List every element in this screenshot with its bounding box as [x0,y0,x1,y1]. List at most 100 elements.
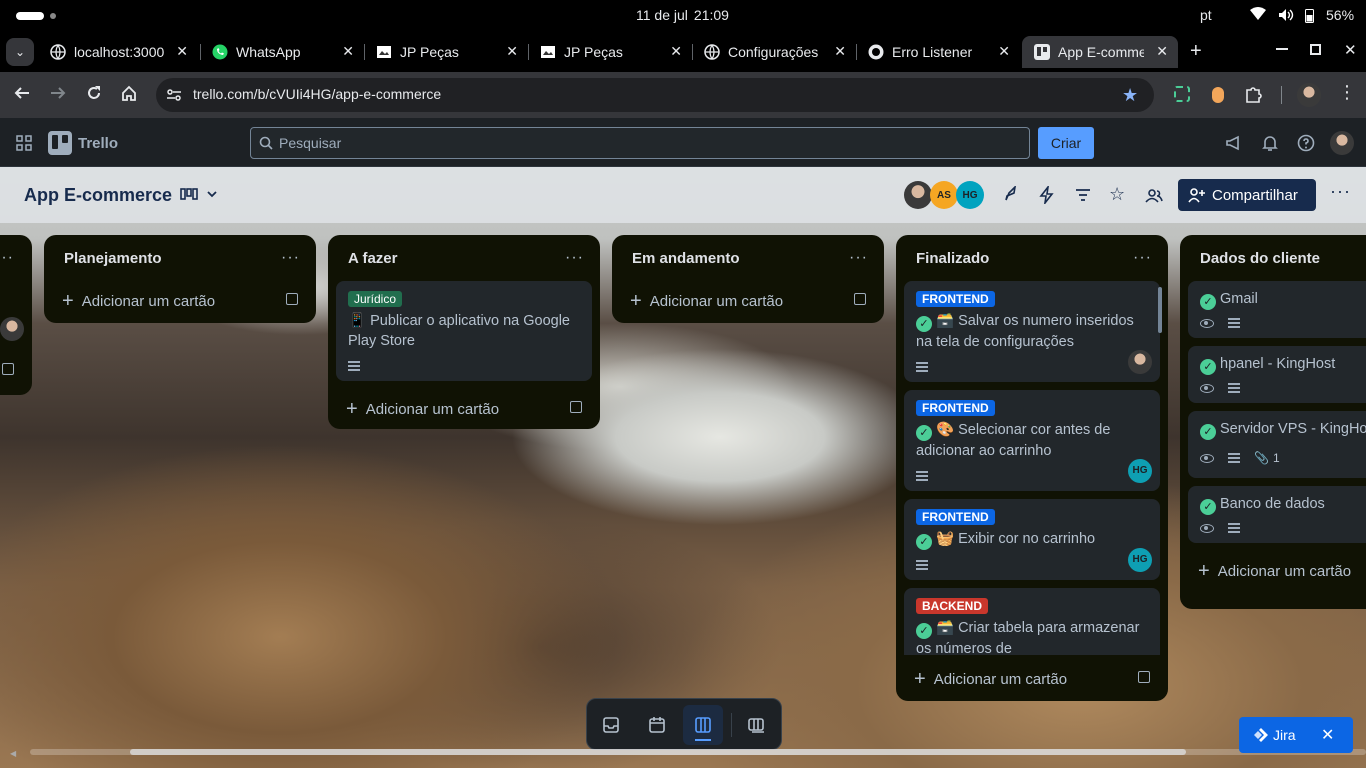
wifi-icon[interactable] [1250,7,1266,24]
inbox-view-icon[interactable] [603,717,619,738]
site-info-icon[interactable] [166,87,182,106]
list-menu-icon[interactable]: ··· [849,249,868,267]
member-avatar-hg[interactable]: HG [1128,459,1152,483]
keyboard-language[interactable]: pt [1200,7,1212,23]
power-ups-rocket-icon[interactable] [1002,184,1020,209]
card-label-frontend[interactable]: FRONTEND [916,291,995,307]
reload-icon[interactable] [86,85,102,107]
close-tab-icon[interactable]: ✕ [342,43,354,60]
board-title[interactable]: App E-commerce [24,185,172,206]
add-card-button[interactable]: + Adicionar um cartão [1180,551,1366,591]
tab-jp-pecas-2[interactable]: JP Peças ✕ [528,36,692,68]
workspace-dot[interactable] [50,13,56,19]
add-card-button[interactable]: + Adicionar um cartão [896,659,1168,699]
close-tab-icon[interactable]: ✕ [834,43,846,60]
close-tab-icon[interactable]: ✕ [176,43,188,60]
browser-menu-icon[interactable]: ⋮ [1338,82,1356,103]
clock[interactable]: 11 de jul 21:09 [636,7,729,23]
search-input[interactable]: Pesquisar [250,127,1030,159]
card[interactable]: Jurídico 📱 Publicar o aplicativo na Goog… [336,281,592,381]
tab-localhost[interactable]: localhost:3000 ✕ [38,36,198,68]
volume-icon[interactable] [1278,7,1294,26]
tab-jp-pecas-1[interactable]: JP Peças ✕ [364,36,528,68]
board-view-icon[interactable] [180,186,220,207]
card[interactable]: ✓ hpanel - KingHost [1188,346,1366,403]
list-title[interactable]: A fazer [328,235,600,281]
card[interactable]: BACKEND ✓ 🗃️ Criar tabela para armazenar … [904,588,1160,655]
app-switcher-icon[interactable] [16,135,32,156]
card-label-backend[interactable]: BACKEND [916,598,988,614]
extensions-puzzle-icon[interactable] [1245,85,1263,108]
member-avatar-hg[interactable]: HG [956,181,984,209]
close-jira-icon[interactable]: ✕ [1321,725,1334,745]
member-avatar[interactable] [904,181,932,209]
add-card-button[interactable]: + Adicionar um cartão [612,281,884,321]
card[interactable]: FRONTEND ✓ 🗃️ Salvar os numero inseridos … [904,281,1160,382]
tab-whatsapp[interactable]: WhatsApp ✕ [200,36,364,68]
template-icon[interactable] [2,363,14,375]
close-tab-icon[interactable]: ✕ [1156,43,1168,60]
close-tab-icon[interactable]: ✕ [670,43,682,60]
member-avatar[interactable] [1128,350,1152,374]
board-menu-icon[interactable]: ··· [1330,181,1351,202]
card[interactable]: ✓ Gmail [1188,281,1366,338]
megaphone-icon[interactable] [1225,134,1243,157]
create-button[interactable]: Criar [1038,127,1094,159]
list-title[interactable]: Dados do cliente [1180,235,1366,281]
list-scrollbar[interactable] [1158,287,1162,333]
scrollbar-thumb[interactable] [130,749,1186,755]
card-label-frontend[interactable]: FRONTEND [916,400,995,416]
list-title[interactable]: Planejamento [44,235,316,281]
list-title[interactable]: Finalizado [896,235,1168,281]
create-from-template-icon[interactable] [570,401,582,413]
member-avatar-as[interactable]: AS [930,181,958,209]
card-label-juridico[interactable]: Jurídico [348,291,403,307]
minimize-button[interactable] [1276,48,1288,50]
workspace-indicator[interactable] [16,12,44,20]
create-from-template-icon[interactable] [1138,671,1150,683]
create-from-template-icon[interactable] [286,293,298,305]
member-avatar-hg[interactable]: HG [1128,548,1152,572]
calendar-view-icon[interactable] [649,717,665,738]
trello-logo[interactable]: Trello [48,131,118,155]
card-label-frontend[interactable]: FRONTEND [916,509,995,525]
star-board-icon[interactable]: ☆ [1109,184,1125,205]
board-view-button[interactable] [683,705,723,745]
card[interactable]: ✓ Servidor VPS - KingHost 📎 1 [1188,411,1366,478]
maximize-button[interactable] [1310,44,1321,55]
profile-avatar[interactable] [1297,83,1321,107]
jira-widget[interactable]: Jira ✕ [1239,717,1353,753]
close-window-button[interactable]: ✕ [1344,41,1357,59]
list-menu-icon[interactable]: ··· [1133,249,1152,267]
add-card-button[interactable]: + Adicionar um cartão [328,389,600,429]
forward-icon[interactable] [50,85,66,107]
visibility-icon[interactable] [1145,186,1163,209]
card[interactable]: FRONTEND ✓ 🎨 Selecionar cor antes de adic… [904,390,1160,491]
close-tab-icon[interactable]: ✕ [998,43,1010,60]
list-menu-icon[interactable]: ··· [565,249,584,267]
close-tab-icon[interactable]: ✕ [506,43,518,60]
extension-icon[interactable] [1212,87,1224,103]
notifications-bell-icon[interactable] [1261,134,1279,157]
help-icon[interactable] [1297,134,1315,157]
share-button[interactable]: Compartilhar [1178,179,1316,211]
add-card-button[interactable]: + Adicionar um cartão [44,281,316,321]
automation-bolt-icon[interactable] [1038,184,1056,209]
list-menu-icon[interactable]: ··· [0,249,14,267]
list-title[interactable]: Em andamento [612,235,884,281]
address-bar[interactable]: trello.com/b/cVUIi4HG/app-e-commerce ★ [156,78,1154,112]
board-horizontal-scrollbar[interactable]: ◀ [10,747,1366,758]
back-icon[interactable] [14,85,30,107]
create-from-template-icon[interactable] [854,293,866,305]
extension-icon[interactable] [1174,86,1190,102]
battery-icon[interactable] [1305,8,1314,26]
card-list[interactable]: FRONTEND ✓ 🗃️ Salvar os numero inseridos … [896,281,1168,655]
tab-configuracoes[interactable]: Configurações ✕ [692,36,856,68]
tab-app-ecommerce[interactable]: App E-commerce ✕ [1022,36,1178,68]
home-icon[interactable] [121,85,137,107]
filter-icon[interactable] [1074,186,1092,209]
new-tab-button[interactable]: + [1190,40,1202,63]
tab-search-button[interactable]: ⌄ [6,38,34,66]
account-avatar[interactable] [1330,131,1354,155]
card[interactable]: ✓ Banco de dados [1188,486,1366,543]
